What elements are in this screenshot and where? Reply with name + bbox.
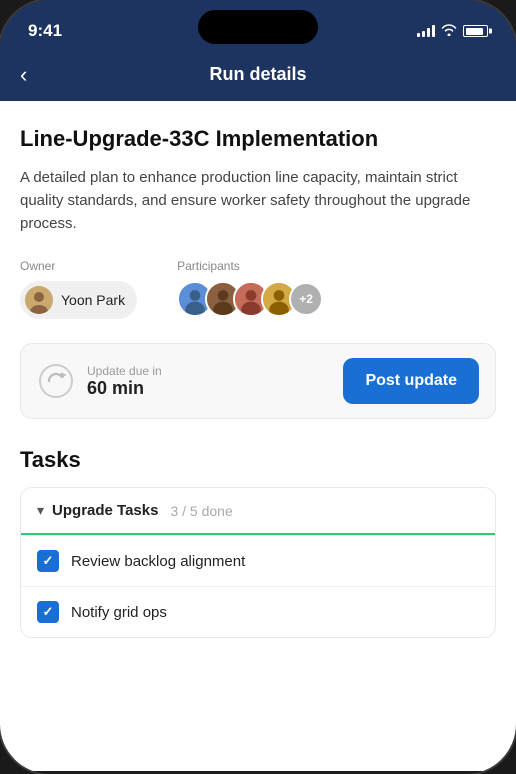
task-checkbox-2[interactable]: ✓	[37, 601, 59, 623]
update-due-value: 60 min	[87, 378, 162, 399]
run-description: A detailed plan to enhance production li…	[20, 166, 496, 236]
owner-chip: Yoon Park	[20, 281, 137, 319]
status-time: 9:41	[28, 21, 62, 41]
dynamic-island	[198, 10, 318, 44]
task-group-header[interactable]: ▾ Upgrade Tasks 3 / 5 done	[21, 488, 495, 535]
phone-frame: 9:41 ‹ Run details	[0, 0, 516, 774]
task-group-progress: 3 / 5 done	[170, 503, 232, 519]
wifi-icon	[441, 24, 457, 39]
participant-avatars: +2	[177, 281, 323, 317]
task-label-2: Notify grid ops	[71, 604, 167, 621]
chevron-down-icon: ▾	[37, 502, 44, 519]
checkmark-icon: ✓	[43, 553, 54, 569]
meta-row: Owner Yoon Park Participants	[20, 259, 496, 319]
checkmark-icon-2: ✓	[43, 604, 54, 620]
owner-section: Owner Yoon Park	[20, 259, 137, 319]
refresh-icon	[37, 362, 75, 400]
owner-name: Yoon Park	[61, 292, 125, 308]
battery-icon	[463, 25, 488, 37]
participants-extra-badge: +2	[289, 282, 323, 316]
header-title: Run details	[209, 64, 306, 85]
task-item[interactable]: ✓ Review backlog alignment	[21, 535, 495, 586]
task-checkbox-1[interactable]: ✓	[37, 550, 59, 572]
task-group-name: Upgrade Tasks	[52, 502, 158, 519]
signal-icon	[417, 25, 435, 37]
page-header: ‹ Run details	[0, 50, 516, 101]
main-content: Line-Upgrade-33C Implementation A detail…	[0, 101, 516, 771]
task-group: ▾ Upgrade Tasks 3 / 5 done ✓ Review back…	[20, 487, 496, 638]
owner-label: Owner	[20, 259, 137, 273]
update-due-label: Update due in	[87, 364, 162, 378]
run-title: Line-Upgrade-33C Implementation	[20, 125, 496, 154]
update-text: Update due in 60 min	[87, 364, 162, 399]
back-chevron-icon: ‹	[20, 64, 27, 86]
task-label-1: Review backlog alignment	[71, 553, 245, 570]
update-left: Update due in 60 min	[37, 362, 162, 400]
tasks-title: Tasks	[20, 447, 496, 473]
back-button[interactable]: ‹	[20, 64, 27, 86]
participants-label: Participants	[177, 259, 323, 273]
post-update-button[interactable]: Post update	[343, 358, 479, 404]
owner-avatar	[25, 286, 53, 314]
participants-section: Participants	[177, 259, 323, 317]
update-card: Update due in 60 min Post update	[20, 343, 496, 419]
status-icons	[417, 24, 488, 39]
task-item-2[interactable]: ✓ Notify grid ops	[21, 586, 495, 637]
